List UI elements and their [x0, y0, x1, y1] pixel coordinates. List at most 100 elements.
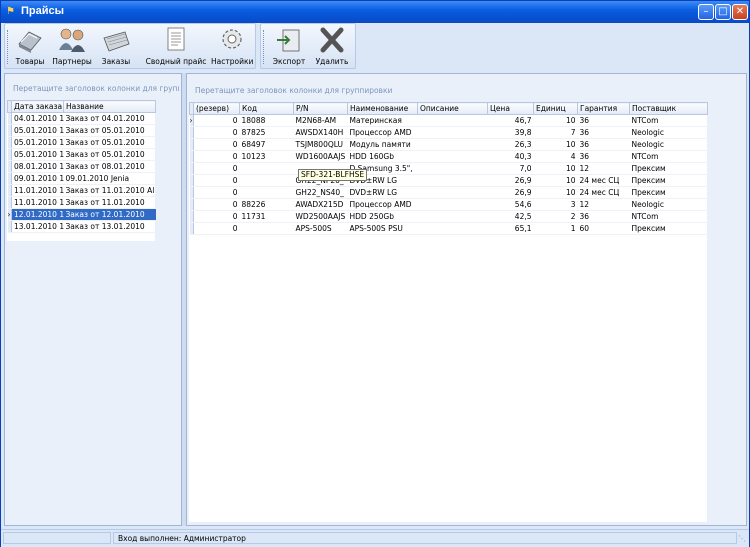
table-row[interactable]: 08.01.2010 13 Заказ от 08.01.2010 [7, 160, 156, 173]
units-cell[interactable]: 10 [533, 138, 578, 151]
price-cell[interactable]: 46,7 [487, 114, 534, 127]
order-date-cell[interactable]: 05.01.2010 13 [11, 124, 64, 137]
order-date-cell[interactable]: 05.01.2010 18 [11, 148, 64, 161]
table-row[interactable]: 0 68497 TSJM800QLU Модуль памяти 26,3 10 36 Neo… [189, 138, 708, 151]
units-cell[interactable]: 10 [533, 174, 578, 187]
warranty-cell[interactable]: 24 мес СЦ [577, 174, 630, 187]
table-row[interactable]: 05.01.2010 13 Заказ от 05.01.2010 [7, 124, 156, 137]
units-cell[interactable]: 2 [533, 210, 578, 223]
description-cell[interactable] [417, 162, 488, 175]
name-cell[interactable]: Процессор AMD [347, 126, 418, 139]
pn-cell[interactable]: TSJM800QLU [293, 138, 348, 151]
supplier-cell[interactable]: NTCom [629, 150, 708, 163]
code-cell[interactable]: 88226 [239, 198, 294, 211]
order-name-cell[interactable]: Заказ от 12.01.2010 [63, 208, 156, 221]
warranty-cell[interactable]: 24 мес СЦ [577, 186, 630, 199]
minimize-button[interactable]: – [698, 4, 714, 20]
reserve-cell[interactable]: 0 [193, 114, 240, 127]
units-cell[interactable]: 10 [533, 162, 578, 175]
order-date-cell[interactable]: 09.01.2010 13 [11, 172, 64, 185]
table-row[interactable]: 05.01.2010 15 Заказ от 05.01.2010 [7, 136, 156, 149]
partners-button[interactable]: Партнеры [49, 26, 95, 68]
reserve-cell[interactable]: 0 [193, 210, 240, 223]
supplier-cell[interactable]: Neologic [629, 138, 708, 151]
price-cell[interactable]: 26,9 [487, 186, 534, 199]
description-cell[interactable] [417, 186, 488, 199]
pn-cell[interactable]: WD1600AAJS [293, 150, 348, 163]
pn-cell[interactable]: M2N68-AM [293, 114, 348, 127]
maximize-button[interactable]: □ [715, 4, 731, 20]
reserve-cell[interactable]: 0 [193, 186, 240, 199]
supplier-cell[interactable]: NTCom [629, 114, 708, 127]
orders-button[interactable]: Заказы [97, 26, 135, 68]
table-row[interactable]: 0GH22_NP20_DVD±RW LG26,91024 мес СЦПрекс… [189, 174, 708, 187]
description-cell[interactable] [417, 174, 488, 187]
table-row[interactable]: › 12.01.2010 11 Заказ от 12.01.2010 [7, 208, 156, 221]
order-name-cell[interactable]: Заказ от 08.01.2010 [63, 160, 156, 173]
warranty-cell[interactable]: 36 [577, 126, 630, 139]
warranty-cell[interactable]: 12 [577, 162, 630, 175]
order-date-cell[interactable]: 11.01.2010 15 [11, 196, 64, 209]
name-cell[interactable]: Материнская [347, 114, 418, 127]
column-header-units[interactable]: Единиц [533, 102, 578, 115]
column-header-pn[interactable]: P/N [293, 102, 348, 115]
column-header-supplier[interactable]: Поставщик [629, 102, 708, 115]
table-row[interactable]: 11.01.2010 11 Заказ от 11.01.2010 Al [7, 184, 156, 197]
table-row[interactable]: 0 10123 WD1600AAJS HDD 160Gb 40,3 4 36 NTCom [189, 150, 708, 163]
code-cell[interactable] [239, 222, 294, 235]
reserve-cell[interactable]: 0 [193, 174, 240, 187]
resize-grip-icon[interactable]: ⋱ [738, 535, 746, 543]
price-cell[interactable]: 54,6 [487, 198, 534, 211]
price-cell[interactable]: 65,1 [487, 222, 534, 235]
code-cell[interactable]: 10123 [239, 150, 294, 163]
table-row[interactable]: 05.01.2010 18 Заказ от 05.01.2010 [7, 148, 156, 161]
delete-button[interactable]: Удалить [313, 26, 351, 68]
table-row[interactable]: 0 11731 WD2500AAJS HDD 250Gb 42,5 2 36 NTCom [189, 210, 708, 223]
name-cell[interactable]: Процессор AMD [347, 198, 418, 211]
warranty-cell[interactable]: 36 [577, 150, 630, 163]
supplier-cell[interactable]: Прексим [629, 174, 708, 187]
name-cell[interactable]: Модуль памяти [347, 138, 418, 151]
toolbar-grip[interactable] [7, 30, 11, 64]
units-cell[interactable]: 10 [533, 114, 578, 127]
column-header-warranty[interactable]: Гарантия [577, 102, 630, 115]
reserve-cell[interactable]: 0 [193, 222, 240, 235]
order-name-cell[interactable]: Заказ от 05.01.2010 [63, 136, 156, 149]
table-row[interactable]: 0 GH22_NS40_ DVD±RW LG 26,9 10 24 мес СЦ Прекс… [189, 186, 708, 199]
table-row[interactable]: › 0 18088 M2N68-AM Материнская 46,7 10 36 NTCom [189, 114, 708, 127]
table-row[interactable]: 0 APS-500S APS-500S PSU 65,1 1 60 Прексим [189, 222, 708, 235]
warranty-cell[interactable]: 36 [577, 210, 630, 223]
code-cell[interactable]: 68497 [239, 138, 294, 151]
units-cell[interactable]: 1 [533, 222, 578, 235]
units-cell[interactable]: 3 [533, 198, 578, 211]
order-date-cell[interactable]: 08.01.2010 13 [11, 160, 64, 173]
code-cell[interactable]: 87825 [239, 126, 294, 139]
order-name-cell[interactable]: Заказ от 05.01.2010 [63, 124, 156, 137]
order-date-cell[interactable]: 13.01.2010 14 [11, 220, 64, 233]
order-name-cell[interactable]: Заказ от 04.01.2010 [63, 112, 156, 125]
column-header-order-date[interactable]: Дата заказа [11, 100, 64, 113]
description-cell[interactable] [417, 138, 488, 151]
warranty-cell[interactable]: 12 [577, 198, 630, 211]
price-cell[interactable]: 40,3 [487, 150, 534, 163]
code-cell[interactable]: 18088 [239, 114, 294, 127]
warranty-cell[interactable]: 36 [577, 114, 630, 127]
reserve-cell[interactable]: 0 [193, 126, 240, 139]
supplier-cell[interactable]: NTCom [629, 210, 708, 223]
price-cell[interactable]: 39,8 [487, 126, 534, 139]
table-row[interactable]: 04.01.2010 15 Заказ от 04.01.2010 [7, 112, 156, 125]
description-cell[interactable] [417, 126, 488, 139]
column-header-code[interactable]: Код [239, 102, 294, 115]
price-cell[interactable]: 26,3 [487, 138, 534, 151]
pn-cell[interactable]: WD2500AAJS [293, 210, 348, 223]
order-name-cell[interactable]: Заказ от 11.01.2010 [63, 196, 156, 209]
units-cell[interactable]: 7 [533, 126, 578, 139]
table-row[interactable]: 13.01.2010 14 Заказ от 13.01.2010 [7, 220, 156, 233]
supplier-cell[interactable]: Прексим [629, 186, 708, 199]
description-cell[interactable] [417, 198, 488, 211]
reserve-cell[interactable]: 0 [193, 138, 240, 151]
column-header-price[interactable]: Цена [487, 102, 534, 115]
order-date-cell[interactable]: 04.01.2010 15 [11, 112, 64, 125]
price-cell[interactable]: 42,5 [487, 210, 534, 223]
supplier-cell[interactable]: Neologic [629, 126, 708, 139]
